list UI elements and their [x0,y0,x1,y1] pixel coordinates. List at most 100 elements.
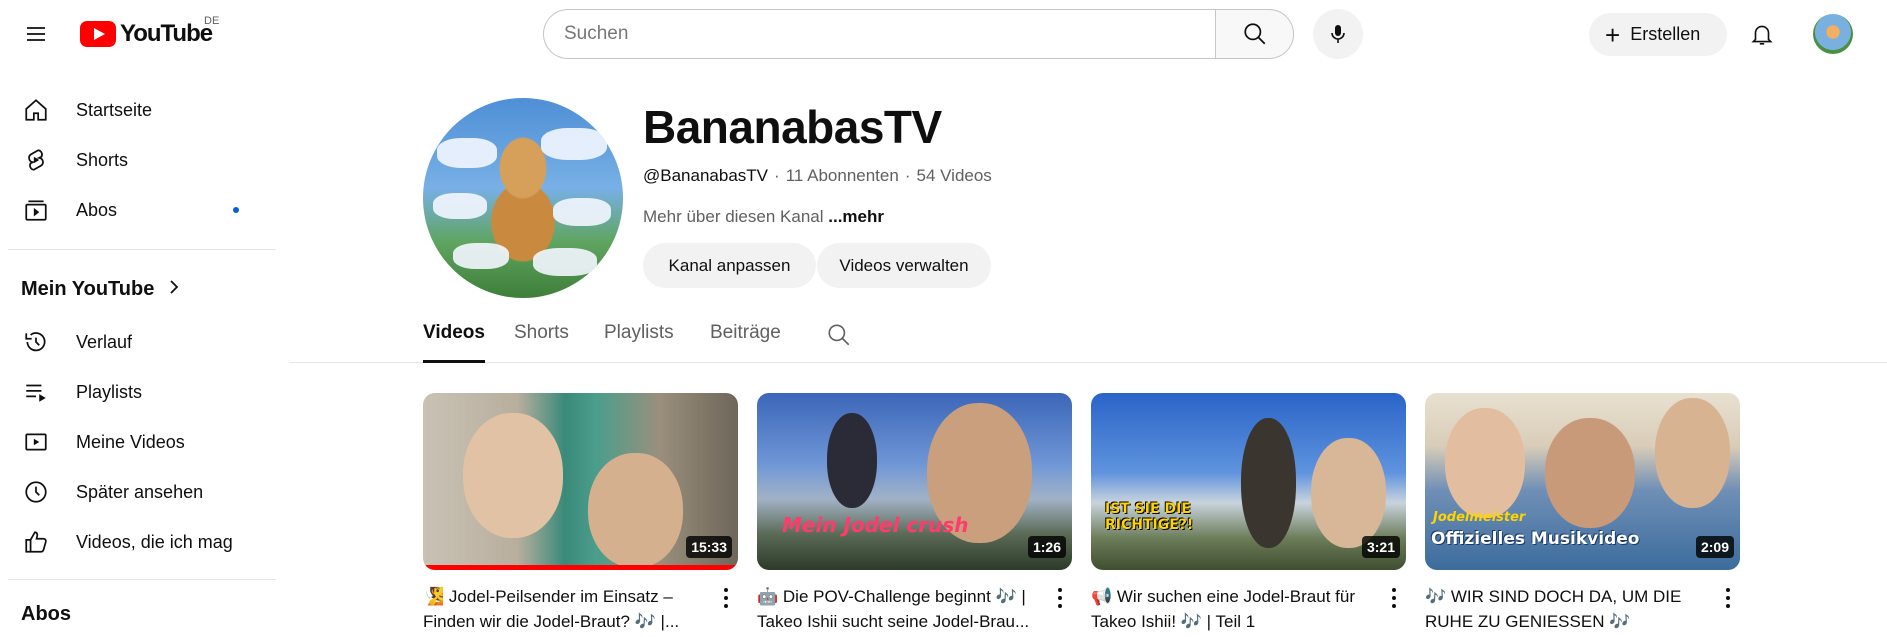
channel-meta: @BananabasTV · 11 Abonnenten · 54 Videos [643,166,992,186]
tab-videos[interactable]: Videos [423,322,485,363]
account-avatar[interactable] [1813,14,1853,54]
playlists-icon [12,379,60,405]
avatar-cloud [541,128,607,160]
video-duration: 2:09 [1695,536,1734,558]
sidebar-item-label: Meine Videos [76,431,185,452]
thumbnail-person [1445,408,1525,518]
tab-shorts[interactable]: Shorts [514,322,569,363]
video-duration: 3:21 [1361,536,1400,558]
meta-separator: · [774,166,780,185]
video-thumbnail[interactable]: 15:33 [423,393,738,570]
video-title[interactable]: 🧏 Jodel-Peilsender im Einsatz – Finden w… [423,584,703,634]
thumbnail-overlay-text: Mein Jodel crush [782,513,969,537]
region-code: DE [204,15,220,27]
voice-search-button[interactable] [1313,9,1363,59]
menu-icon[interactable] [16,14,56,54]
sidebar-item-label: Später ansehen [76,481,204,502]
video-count: 54 Videos [916,166,992,185]
tab-playlists[interactable]: Playlists [604,322,674,363]
sidebar-item-liked[interactable]: Videos, die ich mag [8,518,276,566]
sidebar-you-header[interactable]: Mein YouTube [21,278,180,301]
chevron-right-icon [168,278,180,301]
sidebar-item-label: Verlauf [76,331,133,352]
customize-channel-button[interactable]: Kanal anpassen [643,243,816,288]
search-icon [1243,23,1265,45]
watch-progress-bar [423,565,738,570]
sidebar-item-watch-later[interactable]: Später ansehen [8,468,276,516]
thumbnail-overlay-subtitle: Jodelmeister [1433,510,1526,525]
thumbnail-person [588,453,683,568]
channel-name: BananabasTV [643,101,942,153]
watch-later-icon [12,479,60,505]
video-thumbnail[interactable]: IST SIE DIE RICHTIGE?! 3:21 [1091,393,1406,570]
avatar-cloud [453,243,509,269]
you-section-title: Mein YouTube [21,278,155,300]
sidebar-item-home[interactable]: Startseite [8,86,276,134]
video-duration: 1:26 [1027,536,1066,558]
video-title[interactable]: 📢 Wir suchen eine Jodel-Braut für Takeo … [1091,584,1371,634]
bell-icon [1751,25,1773,45]
more-options-icon[interactable] [714,583,738,613]
sidebar-item-label: Shorts [76,149,129,170]
sidebar-item-label: Playlists [76,381,143,402]
more-options-icon[interactable] [1048,583,1072,613]
new-content-dot [233,207,239,213]
video-card[interactable]: IST SIE DIE RICHTIGE?! 3:21 📢 Wir suchen… [1091,393,1406,634]
sidebar-item-label: Videos, die ich mag [76,531,233,552]
home-icon [12,97,60,123]
thumbnail-overlay-text: IST SIE DIE RICHTIGE?! [1105,501,1194,533]
microphone-icon [1331,25,1345,43]
my-videos-icon [12,429,60,455]
logo-text: YouTube [120,20,213,47]
thumbnail-person [1545,418,1635,528]
channel-description[interactable]: Mehr über diesen Kanal ...mehr [643,207,884,227]
video-card[interactable]: Mein Jodel crush 1:26 🤖 Die POV-Challeng… [757,393,1072,634]
sidebar-item-label: Abos [76,199,118,220]
youtube-logo-icon [80,21,116,47]
subscriber-count: 11 Abonnenten [785,166,899,185]
sidebar-subscriptions-header: Abos [21,603,71,626]
avatar-cloud [533,248,597,276]
video-card[interactable]: 15:33 🧏 Jodel-Peilsender im Einsatz – Fi… [423,393,738,634]
shorts-icon [12,147,60,173]
thumbnail-person [1241,418,1296,548]
sidebar-divider [8,579,276,580]
avatar-cloud [437,138,497,168]
description-text: Mehr über diesen Kanal [643,207,824,226]
search-bar [543,9,1294,59]
youtube-logo[interactable]: YouTube [80,20,213,48]
thumbnail-person [463,413,563,538]
search-button[interactable] [1215,9,1294,59]
notifications-button[interactable] [1742,14,1782,54]
sidebar-item-history[interactable]: Verlauf [8,318,276,366]
search-input[interactable] [543,9,1215,59]
tab-posts[interactable]: Beiträge [710,322,781,363]
create-label: Erstellen [1630,24,1701,44]
sidebar-divider [8,249,276,250]
create-button[interactable]: + Erstellen [1589,13,1727,56]
more-link[interactable]: ...mehr [828,207,884,226]
sidebar: Startseite Shorts Abos Mein YouTube Verl… [0,68,290,637]
subs-section-title: Abos [21,603,71,625]
sidebar-item-playlists[interactable]: Playlists [8,368,276,416]
search-icon [828,324,850,346]
video-title[interactable]: 🤖 Die POV-Challenge beginnt 🎶 | Takeo Is… [757,584,1037,634]
more-options-icon[interactable] [1716,583,1740,613]
channel-avatar[interactable] [423,98,623,298]
video-duration: 15:33 [686,536,732,558]
channel-search-button[interactable] [826,322,852,353]
sidebar-item-shorts[interactable]: Shorts [8,136,276,184]
manage-videos-button[interactable]: Videos verwalten [817,243,991,288]
video-card[interactable]: Jodelmeister Offizielles Musikvideo 2:09… [1425,393,1740,634]
video-thumbnail[interactable]: Jodelmeister Offizielles Musikvideo 2:09 [1425,393,1740,570]
thumbnail-person [1311,438,1386,548]
sidebar-item-my-videos[interactable]: Meine Videos [8,418,276,466]
avatar-cloud [553,198,611,226]
avatar-cloud [433,193,487,219]
more-options-icon[interactable] [1382,583,1406,613]
sidebar-item-label: Startseite [76,99,153,120]
video-title[interactable]: 🎶 WIR SIND DOCH DA, UM DIE RUHE ZU GENIE… [1425,584,1705,634]
video-thumbnail[interactable]: Mein Jodel crush 1:26 [757,393,1072,570]
thumbnail-overlay-text: Offizielles Musikvideo [1431,529,1640,549]
channel-handle: @BananabasTV [643,166,769,185]
